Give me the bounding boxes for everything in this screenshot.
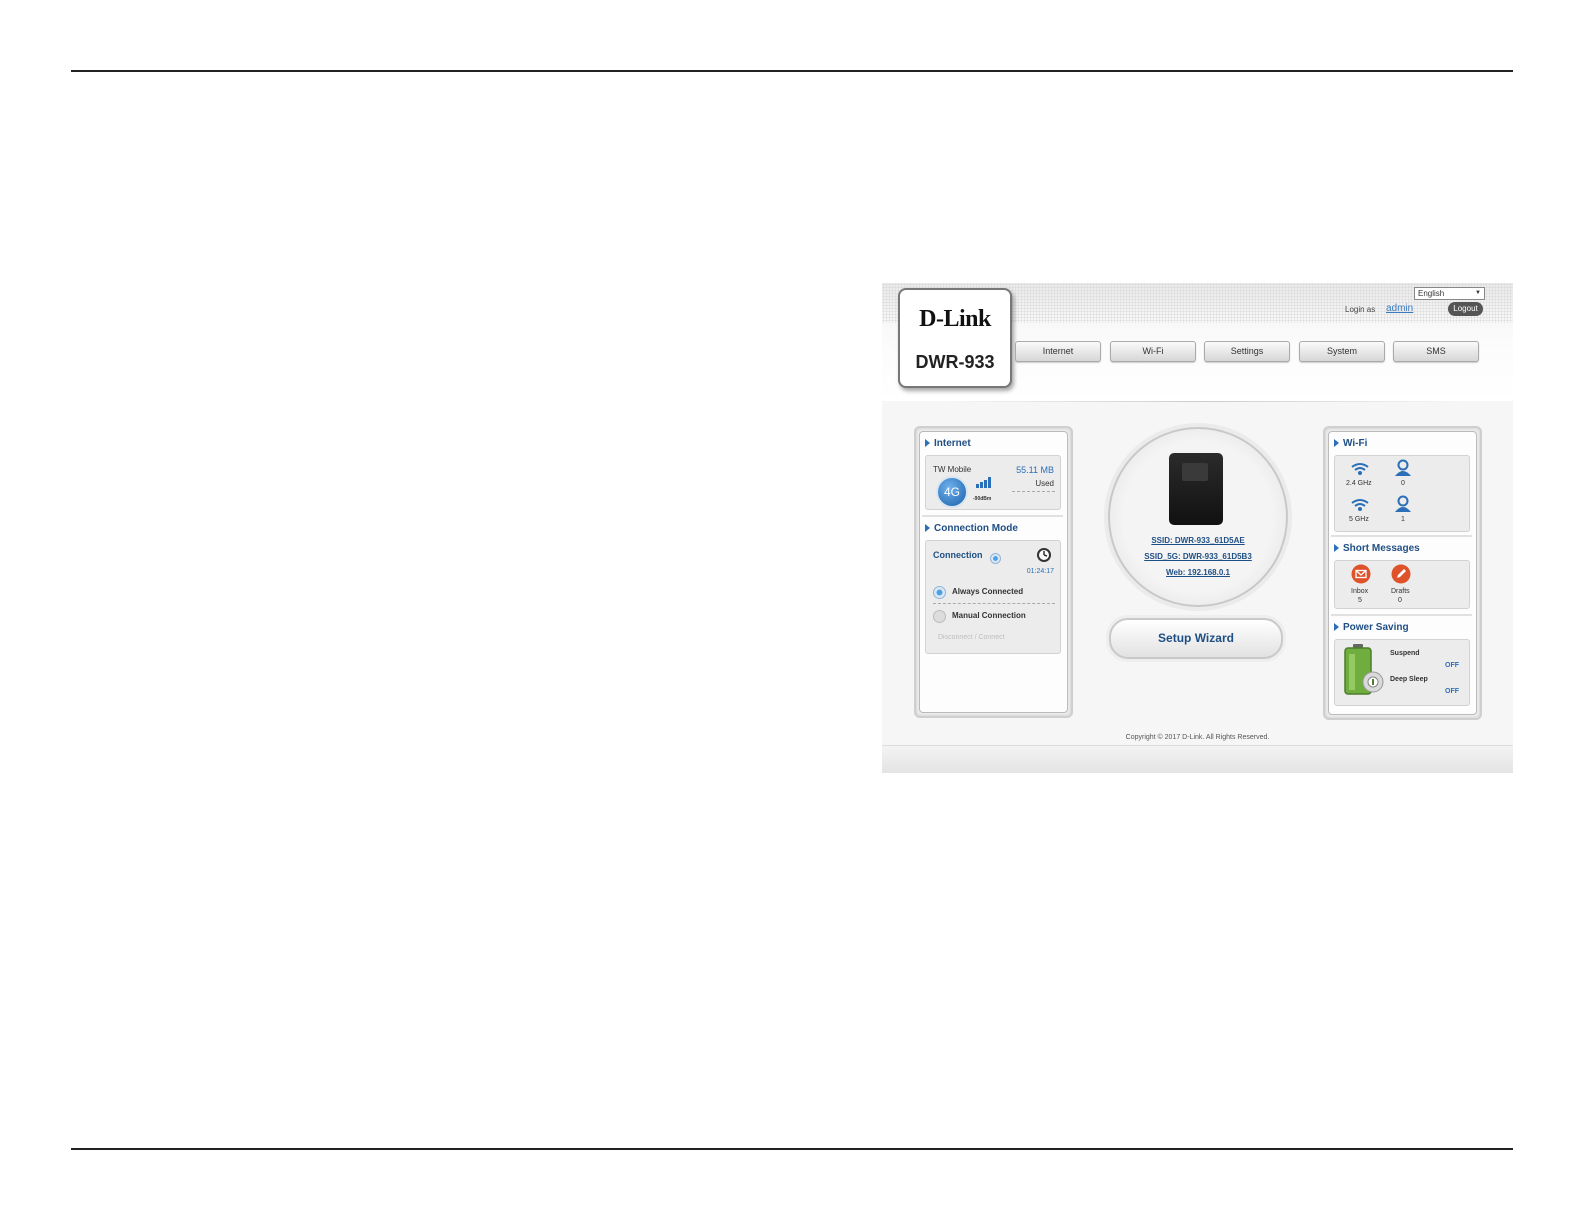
user-icon	[1395, 495, 1411, 512]
suspend-label: Suspend	[1390, 650, 1420, 657]
manual-connection-radio[interactable]	[933, 610, 946, 623]
login-user-link[interactable]: admin	[1386, 303, 1413, 314]
header-divider	[942, 401, 1462, 402]
page-bottom-rule	[71, 1148, 1513, 1150]
inbox-label[interactable]: Inbox	[1351, 588, 1368, 595]
inbox-envelope-icon[interactable]	[1351, 564, 1371, 584]
nav-system-button[interactable]: System	[1299, 341, 1385, 362]
manual-connection-label[interactable]: Manual Connection	[952, 611, 1026, 620]
language-value: English	[1418, 289, 1445, 298]
expand-arrow-icon	[1334, 544, 1339, 552]
expand-arrow-icon	[1334, 623, 1339, 631]
wifi-title-text: Wi-Fi	[1343, 438, 1368, 449]
deep-sleep-label: Deep Sleep	[1390, 676, 1428, 683]
connection-label: Connection	[933, 550, 983, 560]
device-screen	[1182, 463, 1208, 481]
wifi-band-label: 2.4 GHz	[1346, 480, 1372, 487]
always-connected-radio[interactable]	[933, 586, 946, 599]
data-used-label: Used	[1035, 479, 1054, 488]
page-top-rule	[71, 70, 1513, 72]
dashed-divider	[1012, 491, 1055, 492]
drafts-label[interactable]: Drafts	[1391, 588, 1410, 595]
web-address-link[interactable]: Web: 192.168.0.1	[1110, 568, 1286, 577]
connection-mode-section-title[interactable]: Connection Mode	[925, 523, 1018, 534]
user-icon	[1395, 459, 1411, 476]
nav-sms-button[interactable]: SMS	[1393, 341, 1479, 362]
nav-wifi-button[interactable]: Wi-Fi	[1110, 341, 1196, 362]
wifi-icon	[1351, 499, 1369, 511]
internet-status-box: TW Mobile 4G -90dBm 55.11 MB Used	[925, 455, 1061, 510]
ui-footer-bar	[882, 745, 1513, 773]
wifi-band-label: 5 GHz	[1349, 516, 1369, 523]
language-select[interactable]: English ▼	[1414, 287, 1485, 300]
logout-button[interactable]: Logout	[1448, 302, 1483, 316]
wifi-icon	[1351, 463, 1369, 475]
signal-strength-icon	[976, 477, 991, 488]
left-panel: Internet TW Mobile 4G -90dBm 55.11 MB Us…	[914, 426, 1073, 718]
inbox-count: 5	[1358, 597, 1362, 604]
dlink-logo: D-Link	[919, 306, 991, 332]
setup-wizard-button[interactable]: Setup Wizard	[1109, 618, 1283, 659]
short-messages-title-text: Short Messages	[1343, 543, 1420, 554]
power-saving-box: Suspend OFF Deep Sleep OFF	[1334, 639, 1470, 706]
wifi-client-count: 1	[1401, 516, 1405, 523]
device-image	[1169, 453, 1223, 525]
wifi-section-title[interactable]: Wi-Fi	[1334, 438, 1367, 449]
ssid-link[interactable]: SSID: DWR-933_61D5AE	[1110, 536, 1286, 545]
connection-status-indicator	[990, 553, 1001, 564]
nav-settings-button[interactable]: Settings	[1204, 341, 1290, 362]
wifi-status-box: 2.4 GHz 0 5 GHz 1	[1334, 455, 1470, 532]
section-separator	[922, 515, 1063, 517]
copyright-text: Copyright © 2017 D-Link. All Rights Rese…	[1125, 734, 1270, 741]
always-connected-label[interactable]: Always Connected	[952, 587, 1023, 596]
power-saving-title-text: Power Saving	[1343, 622, 1409, 633]
connection-mode-box: Connection 01:24:17 Always Connected Man…	[925, 540, 1061, 654]
clock-icon	[1037, 548, 1051, 562]
expand-arrow-icon	[925, 524, 930, 532]
power-saving-section-title[interactable]: Power Saving	[1334, 622, 1409, 633]
drafts-count: 0	[1398, 597, 1402, 604]
model-name: DWR-933	[915, 352, 995, 372]
network-type-badge: 4G	[936, 476, 968, 508]
suspend-value: OFF	[1445, 662, 1459, 669]
connection-timer: 01:24:17	[1026, 568, 1054, 575]
battery-power-saving-icon	[1344, 644, 1384, 695]
wifi-client-count: 0	[1401, 480, 1405, 487]
carrier-name: TW Mobile	[933, 465, 972, 474]
connection-mode-title-text: Connection Mode	[934, 523, 1018, 534]
section-separator	[1331, 535, 1472, 537]
router-web-ui-screenshot: D-Link DWR-933 English ▼ Login as admin …	[882, 283, 1513, 773]
internet-section-title[interactable]: Internet	[925, 438, 971, 449]
expand-arrow-icon	[925, 439, 930, 447]
login-as-label: Login as	[1345, 305, 1376, 314]
internet-title-text: Internet	[934, 438, 971, 449]
deep-sleep-value: OFF	[1445, 688, 1459, 695]
dashed-divider	[933, 603, 1055, 604]
device-status-circle: SSID: DWR-933_61D5AE SSID_5G: DWR-933_61…	[1108, 427, 1288, 607]
disconnect-connect-link[interactable]: Disconnect / Connect	[938, 634, 1005, 641]
brand-box: D-Link DWR-933	[898, 288, 1012, 388]
short-messages-section-title[interactable]: Short Messages	[1334, 543, 1420, 554]
right-panel: Wi-Fi 2.4 GHz 0 5 GHz 1 Short Messages I…	[1323, 426, 1482, 720]
drafts-pencil-icon[interactable]	[1391, 564, 1411, 584]
chevron-down-icon: ▼	[1475, 290, 1481, 296]
nav-internet-button[interactable]: Internet	[1015, 341, 1101, 362]
short-messages-box: Inbox 5 Drafts 0	[1334, 560, 1470, 609]
data-used-value: 55.11 MB	[1016, 465, 1054, 475]
ssid-5g-link[interactable]: SSID_5G: DWR-933_61D5B3	[1110, 552, 1286, 561]
signal-level: -90dBm	[973, 496, 992, 502]
expand-arrow-icon	[1334, 439, 1339, 447]
section-separator	[1331, 614, 1472, 616]
